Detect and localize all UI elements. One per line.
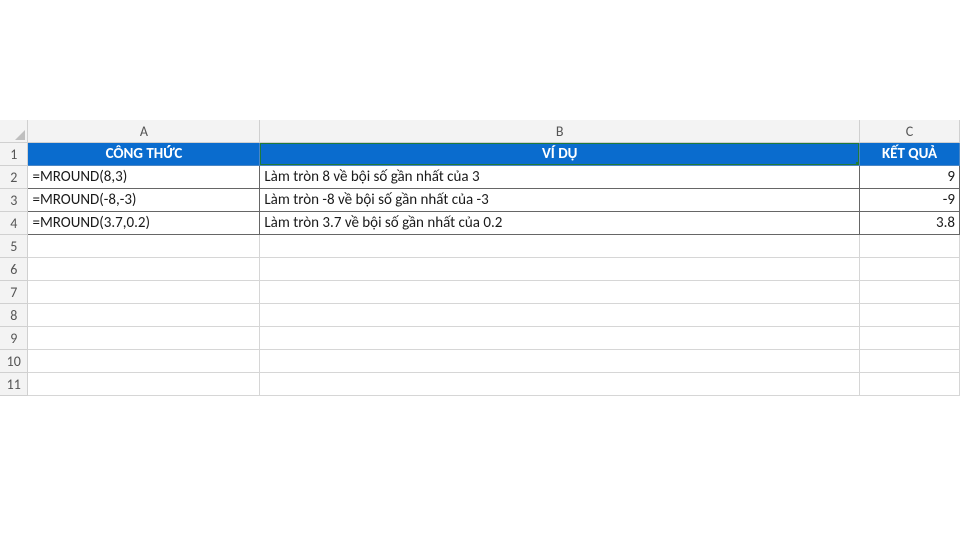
table-row: 5 [0,235,960,258]
column-header-row: A B C [0,120,960,143]
cell-C9[interactable] [860,327,960,350]
cell-C11[interactable] [860,373,960,396]
cell-C2[interactable]: 9 [860,166,960,189]
cell-A10[interactable] [28,350,260,373]
cell-C3[interactable]: -9 [860,189,960,212]
col-header-B[interactable]: B [260,120,860,143]
row-header-9[interactable]: 9 [0,327,28,350]
table-row: 11 [0,373,960,396]
row-header-6[interactable]: 6 [0,258,28,281]
row-header-3[interactable]: 3 [0,189,28,212]
cell-A11[interactable] [28,373,260,396]
row-header-8[interactable]: 8 [0,304,28,327]
cell-C10[interactable] [860,350,960,373]
table-row: 2 =MROUND(8,3) Làm tròn 8 về bội số gần … [0,166,960,189]
spreadsheet: A B C 1 CÔNG THỨC VÍ DỤ KẾT QUẢ 2 =MROUN… [0,0,960,396]
cell-B10[interactable] [260,350,860,373]
cell-B8[interactable] [260,304,860,327]
cell-B7[interactable] [260,281,860,304]
row-header-1[interactable]: 1 [0,143,28,166]
cell-C6[interactable] [860,258,960,281]
table-row: 9 [0,327,960,350]
cell-A9[interactable] [28,327,260,350]
col-header-C[interactable]: C [860,120,960,143]
col-header-A[interactable]: A [28,120,260,143]
cell-A1[interactable]: CÔNG THỨC [28,143,260,166]
cell-B4[interactable]: Làm tròn 3.7 về bội số gần nhất của 0.2 [260,212,860,235]
cell-B3[interactable]: Làm tròn -8 về bội số gần nhất của -3 [260,189,860,212]
table-row: 1 CÔNG THỨC VÍ DỤ KẾT QUẢ [0,143,960,166]
row-header-10[interactable]: 10 [0,350,28,373]
cell-A6[interactable] [28,258,260,281]
cell-C4[interactable]: 3.8 [860,212,960,235]
row-header-7[interactable]: 7 [0,281,28,304]
table-row: 3 =MROUND(-8,-3) Làm tròn -8 về bội số g… [0,189,960,212]
select-all-corner[interactable] [0,120,28,143]
table-row: 6 [0,258,960,281]
cell-B9[interactable] [260,327,860,350]
cell-A4[interactable]: =MROUND(3.7,0.2) [28,212,260,235]
cell-B5[interactable] [260,235,860,258]
table-row: 7 [0,281,960,304]
row-header-5[interactable]: 5 [0,235,28,258]
cell-A8[interactable] [28,304,260,327]
cell-B2[interactable]: Làm tròn 8 về bội số gần nhất của 3 [260,166,860,189]
grid[interactable]: A B C 1 CÔNG THỨC VÍ DỤ KẾT QUẢ 2 =MROUN… [0,120,960,396]
cell-A7[interactable] [28,281,260,304]
row-header-11[interactable]: 11 [0,373,28,396]
cell-B11[interactable] [260,373,860,396]
row-header-4[interactable]: 4 [0,212,28,235]
table-row: 8 [0,304,960,327]
cell-C5[interactable] [860,235,960,258]
cell-C1[interactable]: KẾT QUẢ [860,143,960,166]
row-header-2[interactable]: 2 [0,166,28,189]
cell-A3[interactable]: =MROUND(-8,-3) [28,189,260,212]
cell-B1[interactable]: VÍ DỤ [260,143,860,166]
cell-C8[interactable] [860,304,960,327]
table-row: 4 =MROUND(3.7,0.2) Làm tròn 3.7 về bội s… [0,212,960,235]
cell-A5[interactable] [28,235,260,258]
cell-C7[interactable] [860,281,960,304]
table-row: 10 [0,350,960,373]
cell-B6[interactable] [260,258,860,281]
cell-A2[interactable]: =MROUND(8,3) [28,166,260,189]
